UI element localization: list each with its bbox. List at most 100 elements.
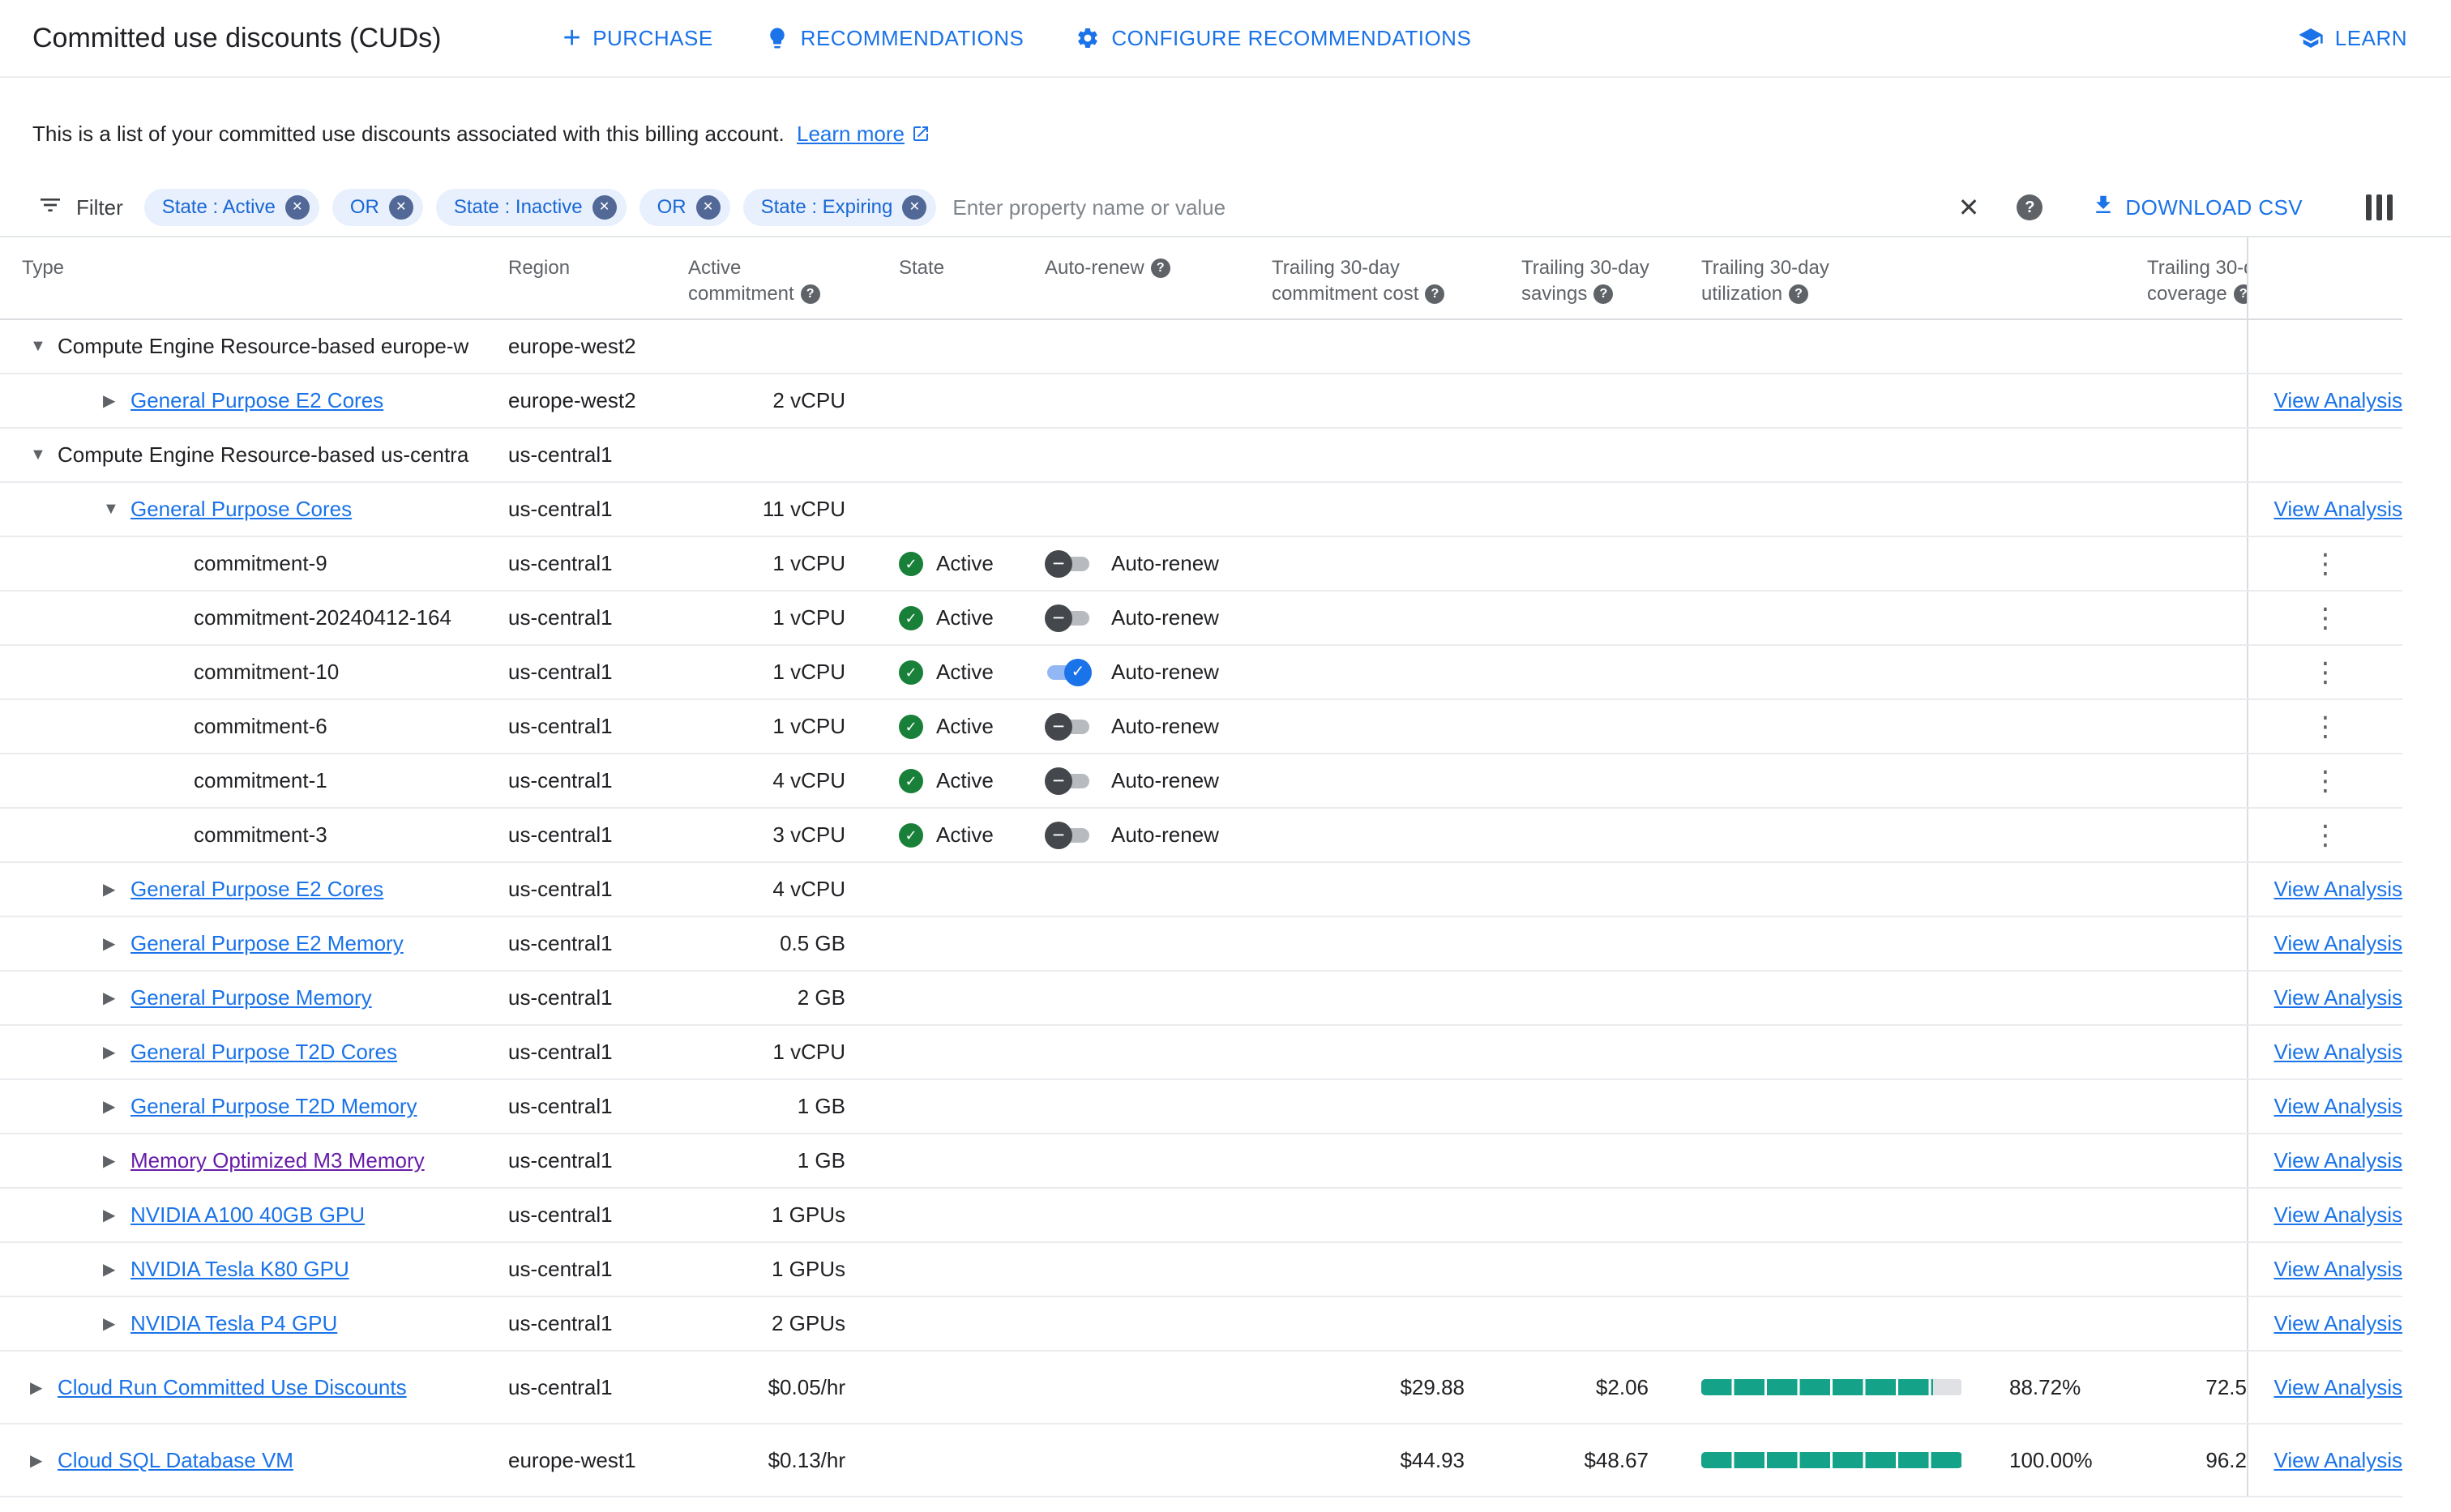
auto-renew-toggle[interactable]: − <box>1045 767 1092 795</box>
learn-button[interactable]: LEARN <box>2298 25 2407 51</box>
purchase-button[interactable]: + PURCHASE <box>562 23 712 53</box>
table-row: ▼ Compute Engine Resource-based us-centra… <box>0 429 2402 483</box>
expand-row-icon[interactable]: ▶ <box>95 1096 130 1117</box>
table-row: ▶ NVIDIA A100 40GB GPU us-central1 1 GPUs Vi… <box>0 1189 2402 1243</box>
cud-type-link[interactable]: General Purpose E2 Memory <box>130 931 404 956</box>
gear-icon <box>1076 26 1100 50</box>
expand-row-icon[interactable]: ▶ <box>22 1450 58 1471</box>
column-header-label: Trailing 30-day <box>1701 257 1829 279</box>
help-icon[interactable]: ? <box>1789 284 1809 304</box>
table-row: ▶ General Purpose T2D Cores us-central1 1 v… <box>0 1026 2402 1080</box>
expand-row-icon[interactable]: ▶ <box>95 1151 130 1171</box>
cud-type-link[interactable]: General Purpose E2 Cores <box>130 388 383 413</box>
filter-chip[interactable]: OR ✕ <box>639 189 730 226</box>
state-label: Active <box>936 768 994 792</box>
view-analysis-link[interactable]: View Analysis <box>2274 1202 2403 1228</box>
cud-type-link[interactable]: NVIDIA A100 40GB GPU <box>130 1202 365 1228</box>
help-icon[interactable]: ? <box>1593 284 1614 304</box>
view-analysis-link[interactable]: View Analysis <box>2274 1375 2403 1400</box>
chip-remove-icon[interactable]: ✕ <box>902 195 927 220</box>
expand-row-icon[interactable]: ▶ <box>95 879 130 899</box>
region-text: us-central1 <box>508 931 613 955</box>
commitment-value: 1 vCPU <box>772 714 845 738</box>
help-icon[interactable]: ? <box>800 284 820 304</box>
region-text: us-central1 <box>508 660 613 684</box>
row-menu-button[interactable]: ⋮ <box>2312 713 2339 741</box>
learn-more-link[interactable]: Learn more <box>797 122 930 146</box>
download-csv-button[interactable]: DOWNLOAD CSV <box>2091 193 2303 223</box>
view-analysis-link[interactable]: View Analysis <box>2274 1448 2403 1473</box>
filter-input[interactable] <box>952 194 1942 220</box>
chip-remove-icon[interactable]: ✕ <box>388 195 413 220</box>
row-menu-button[interactable]: ⋮ <box>2312 822 2339 849</box>
expand-row-icon[interactable]: ▶ <box>95 933 130 954</box>
commitment-value: 0.5 GB <box>780 931 845 955</box>
recommendations-button[interactable]: RECOMMENDATIONS <box>765 26 1024 51</box>
state-label: Active <box>936 551 994 575</box>
expand-row-icon[interactable]: ▶ <box>95 1313 130 1334</box>
auto-renew-toggle[interactable]: ✓ <box>1045 658 1092 686</box>
cud-type-link[interactable]: NVIDIA Tesla P4 GPU <box>130 1311 337 1336</box>
auto-renew-label: Auto-renew <box>1111 551 1219 575</box>
view-analysis-link[interactable]: View Analysis <box>2274 985 2403 1010</box>
commitment-value: 1 vCPU <box>772 551 845 575</box>
row-menu-button[interactable]: ⋮ <box>2312 659 2339 686</box>
cud-type-link[interactable]: General Purpose T2D Memory <box>130 1094 417 1119</box>
configure-recommendations-button-label: CONFIGURE RECOMMENDATIONS <box>1111 25 1472 50</box>
collapse-row-icon[interactable]: ▼ <box>22 446 58 464</box>
view-analysis-link[interactable]: View Analysis <box>2274 877 2403 902</box>
view-analysis-link[interactable]: View Analysis <box>2274 1040 2403 1065</box>
view-analysis-link[interactable]: View Analysis <box>2274 388 2403 413</box>
expand-row-icon[interactable]: ▶ <box>95 1042 130 1062</box>
expand-row-icon[interactable]: ▶ <box>22 1377 58 1398</box>
chip-remove-icon[interactable]: ✕ <box>592 195 617 220</box>
chip-remove-icon[interactable]: ✕ <box>284 195 310 220</box>
utilization-percent: 100.00% <box>2009 1447 2093 1472</box>
expand-row-icon[interactable]: ▶ <box>95 988 130 1008</box>
filter-chip-label: State : Active <box>161 196 276 218</box>
help-icon[interactable]: ? <box>1150 258 1170 278</box>
expand-row-icon[interactable]: ▶ <box>95 1205 130 1225</box>
filter-chip[interactable]: State : Active ✕ <box>143 189 319 226</box>
cud-type-link[interactable]: General Purpose E2 Cores <box>130 877 383 902</box>
cud-type-link[interactable]: Cloud Run Committed Use Discounts <box>58 1375 407 1400</box>
auto-renew-toggle[interactable]: − <box>1045 821 1092 849</box>
view-analysis-link[interactable]: View Analysis <box>2274 1257 2403 1282</box>
auto-renew-toggle[interactable]: − <box>1045 549 1092 578</box>
cud-type-link[interactable]: Cloud SQL Database VM <box>58 1448 293 1473</box>
view-analysis-link[interactable]: View Analysis <box>2274 931 2403 956</box>
configure-recommendations-button[interactable]: CONFIGURE RECOMMENDATIONS <box>1076 26 1471 51</box>
column-display-button[interactable] <box>2366 194 2393 220</box>
filter-chip[interactable]: OR ✕ <box>332 189 423 226</box>
cud-type-link[interactable]: Memory Optimized M3 Memory <box>130 1148 425 1173</box>
cud-type-link[interactable]: General Purpose T2D Cores <box>130 1040 397 1065</box>
filter-chip[interactable]: State : Inactive ✕ <box>435 189 627 226</box>
cud-type-link[interactable]: General Purpose Cores <box>130 497 352 522</box>
commitment-value: 2 GB <box>797 985 845 1010</box>
filter-chip[interactable]: State : Expiring ✕ <box>742 189 937 226</box>
row-menu-button[interactable]: ⋮ <box>2312 550 2339 578</box>
region-text: us-central1 <box>508 1257 613 1281</box>
auto-renew-toggle[interactable]: − <box>1045 604 1092 632</box>
cud-type-link[interactable]: NVIDIA Tesla K80 GPU <box>130 1257 349 1282</box>
expand-row-icon[interactable]: ▶ <box>95 1259 130 1279</box>
view-analysis-link[interactable]: View Analysis <box>2274 497 2403 522</box>
chip-remove-icon[interactable]: ✕ <box>695 195 721 220</box>
view-analysis-link[interactable]: View Analysis <box>2274 1094 2403 1119</box>
clear-filters-button[interactable]: ✕ <box>1958 192 1980 223</box>
cud-type-link[interactable]: General Purpose Memory <box>130 985 372 1010</box>
help-icon[interactable]: ? <box>1425 284 1445 304</box>
filter-label-group[interactable]: Filter <box>37 192 123 224</box>
help-icon[interactable]: ? <box>2233 284 2247 304</box>
view-analysis-link[interactable]: View Analysis <box>2274 1311 2403 1336</box>
auto-renew-toggle[interactable]: − <box>1045 712 1092 741</box>
expand-row-icon[interactable]: ▶ <box>95 391 130 411</box>
state-label: Active <box>936 714 994 738</box>
row-menu-button[interactable]: ⋮ <box>2312 604 2339 632</box>
collapse-row-icon[interactable]: ▼ <box>95 500 130 519</box>
collapse-row-icon[interactable]: ▼ <box>22 337 58 356</box>
filter-help-icon[interactable]: ? <box>2017 194 2043 220</box>
row-menu-button[interactable]: ⋮ <box>2312 767 2339 795</box>
view-analysis-link[interactable]: View Analysis <box>2274 1148 2403 1173</box>
cud-type-label: commitment-20240412-164 <box>194 605 451 630</box>
